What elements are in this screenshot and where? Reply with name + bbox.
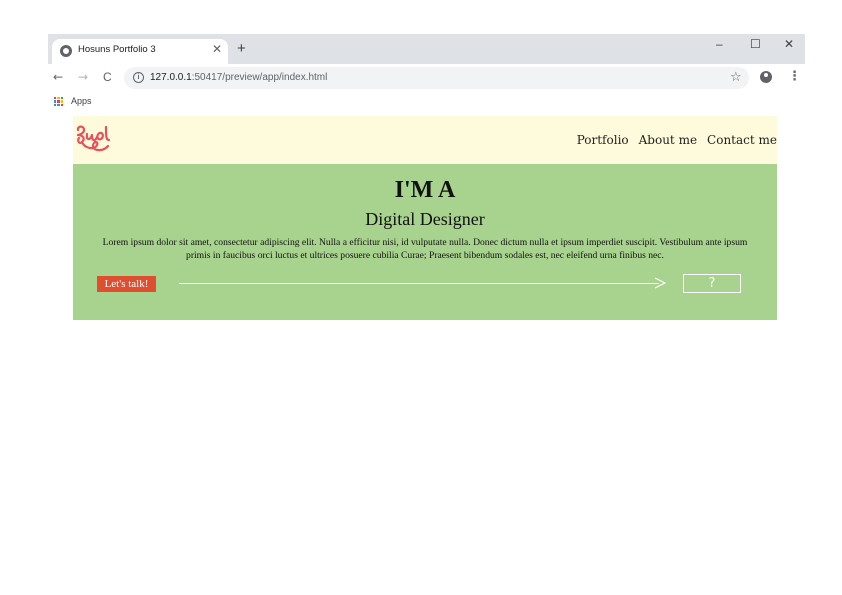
tab-close-icon[interactable]: ✕ xyxy=(212,42,222,56)
hero-section: I'M A Digital Designer Lorem ipsum dolor… xyxy=(73,164,777,320)
close-window-button[interactable]: ✕ xyxy=(784,37,794,51)
star-icon[interactable]: ☆ xyxy=(730,70,742,85)
bookmarks-bar: Apps xyxy=(48,92,805,114)
arrow-line xyxy=(179,283,659,284)
main-nav: Portfolio About me Contact me xyxy=(567,133,777,147)
browser-toolbar: ← → C i 127.0.0.1:50417/preview/app/inde… xyxy=(48,64,805,92)
browser-window: Hosuns Portfolio 3 ✕ + – ☐ ✕ ← → C i 127… xyxy=(48,34,805,114)
back-button[interactable]: ← xyxy=(53,70,63,84)
arrow-right-icon xyxy=(654,277,666,289)
hero-paragraph: Lorem ipsum dolor sit amet, consectetur … xyxy=(102,237,748,261)
nav-about-me[interactable]: About me xyxy=(639,133,697,147)
nav-contact-me[interactable]: Contact me xyxy=(707,133,777,147)
hero-heading: I'M A xyxy=(394,177,456,203)
reload-button[interactable]: C xyxy=(103,70,112,84)
portfolio-page: Portfolio About me Contact me I'M A Digita… xyxy=(73,116,777,320)
site-header: Portfolio About me Contact me xyxy=(73,116,777,164)
maximize-button[interactable]: ☐ xyxy=(750,37,761,51)
minimize-button[interactable]: – xyxy=(716,37,723,51)
apps-bookmark[interactable]: Apps xyxy=(71,96,92,106)
question-button[interactable]: ? xyxy=(683,274,741,293)
menu-icon[interactable]: ⋮ xyxy=(788,69,801,84)
account-icon[interactable] xyxy=(760,71,772,83)
nav-portfolio[interactable]: Portfolio xyxy=(577,133,629,147)
url-path: :50417/preview/app/index.html xyxy=(191,72,328,83)
browser-tab[interactable]: Hosuns Portfolio 3 ✕ xyxy=(52,39,228,65)
info-icon[interactable]: i xyxy=(133,72,144,83)
lets-talk-button[interactable]: Let's talk! xyxy=(97,276,156,292)
url-host: 127.0.0.1 xyxy=(150,72,192,83)
hero-subheading: Digital Designer xyxy=(365,209,485,229)
address-bar[interactable]: i 127.0.0.1:50417/preview/app/index.html xyxy=(124,67,749,89)
tab-bar: Hosuns Portfolio 3 ✕ + – ☐ ✕ xyxy=(48,34,805,65)
tab-title: Hosuns Portfolio 3 xyxy=(78,44,156,55)
url-text[interactable]: 127.0.0.1:50417/preview/app/index.html xyxy=(150,72,327,83)
new-tab-button[interactable]: + xyxy=(237,40,246,57)
globe-icon xyxy=(60,45,72,57)
logo-icon[interactable] xyxy=(73,122,119,158)
apps-grid-icon[interactable] xyxy=(54,97,63,106)
forward-button[interactable]: → xyxy=(78,70,88,84)
